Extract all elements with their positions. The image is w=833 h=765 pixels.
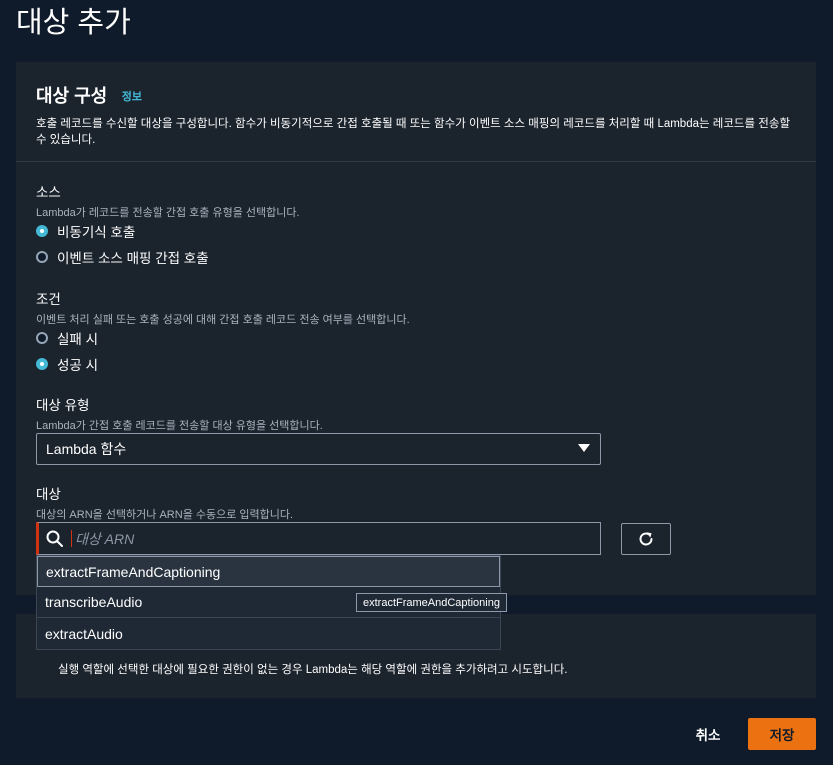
radio-unchecked-icon[interactable] (36, 251, 48, 263)
destination-type-field: 대상 유형 Lambda가 간접 호출 레코드를 전송할 대상 유형을 선택합니… (36, 394, 323, 433)
search-icon (46, 530, 63, 547)
radio-checked-icon[interactable] (36, 358, 48, 370)
panel-header: 대상 구성 정보 호출 레코드를 수신할 대상을 구성합니다. 함수가 비동기적… (16, 62, 816, 162)
radio-checked-icon[interactable] (36, 225, 48, 237)
panel-description: 호출 레코드를 수신할 대상을 구성합니다. 함수가 비동기적으로 간접 호출될… (36, 118, 791, 146)
option-tooltip: extractFrameAndCaptioning (356, 593, 507, 612)
radio-async-invocation[interactable]: 비동기식 호출 (36, 221, 135, 241)
radio-label: 실패 시 (57, 332, 99, 347)
radio-label: 성공 시 (57, 358, 99, 373)
info-icon (36, 661, 50, 675)
condition-label: 조건 (36, 292, 61, 307)
destination-type-select[interactable]: Lambda 함수 (36, 433, 601, 465)
radio-unchecked-icon[interactable] (36, 332, 48, 344)
destination-arn-search[interactable] (36, 522, 601, 555)
caret-down-icon (578, 444, 590, 452)
destination-type-value: Lambda 함수 (46, 441, 127, 457)
destination-arn-input[interactable] (75, 530, 555, 547)
radio-label: 이벤트 소스 매핑 간접 호출 (57, 251, 209, 266)
info-link[interactable]: 정보 (122, 91, 142, 103)
radio-label: 비동기식 호출 (57, 225, 136, 240)
dropdown-option[interactable]: extractFrameAndCaptioning (37, 556, 500, 587)
refresh-button[interactable] (621, 523, 671, 555)
destination-label: 대상 (36, 487, 61, 502)
text-cursor (71, 530, 72, 547)
permissions-note: 실행 역할에 선택한 대상에 필요한 권한이 없는 경우 Lambda는 해당 … (58, 664, 568, 676)
cancel-button[interactable]: 취소 (686, 719, 730, 749)
panel-title: 대상 구성 (36, 86, 108, 106)
refresh-icon (639, 532, 653, 546)
save-button[interactable]: 저장 (748, 718, 816, 750)
destination-description: 대상의 ARN을 선택하거나 ARN을 수동으로 입력합니다. (36, 509, 294, 521)
destination-field: 대상 대상의 ARN을 선택하거나 ARN을 수동으로 입력합니다. (36, 483, 293, 522)
destination-config-panel: 대상 구성 정보 호출 레코드를 수신할 대상을 구성합니다. 함수가 비동기적… (16, 62, 816, 595)
destination-type-description: Lambda가 간접 호출 레코드를 전송할 대상 유형을 선택합니다. (36, 420, 323, 432)
radio-event-source-mapping[interactable]: 이벤트 소스 매핑 간접 호출 (36, 247, 209, 267)
dropdown-option[interactable]: extractAudio (37, 618, 500, 649)
radio-on-failure[interactable]: 실패 시 (36, 328, 98, 348)
condition-field: 조건 이벤트 처리 실패 또는 호출 성공에 대해 간접 호출 레코드 전송 여… (36, 288, 410, 327)
destination-type-label: 대상 유형 (36, 398, 90, 413)
condition-description: 이벤트 처리 실패 또는 호출 성공에 대해 간접 호출 레코드 전송 여부를 … (36, 314, 410, 326)
source-description: Lambda가 레코드를 전송할 간접 호출 유형을 선택합니다. (36, 207, 300, 219)
source-field: 소스 Lambda가 레코드를 전송할 간접 호출 유형을 선택합니다. (36, 181, 300, 220)
radio-on-success[interactable]: 성공 시 (36, 354, 98, 374)
page-title: 대상 추가 (16, 7, 131, 39)
source-label: 소스 (36, 185, 61, 200)
